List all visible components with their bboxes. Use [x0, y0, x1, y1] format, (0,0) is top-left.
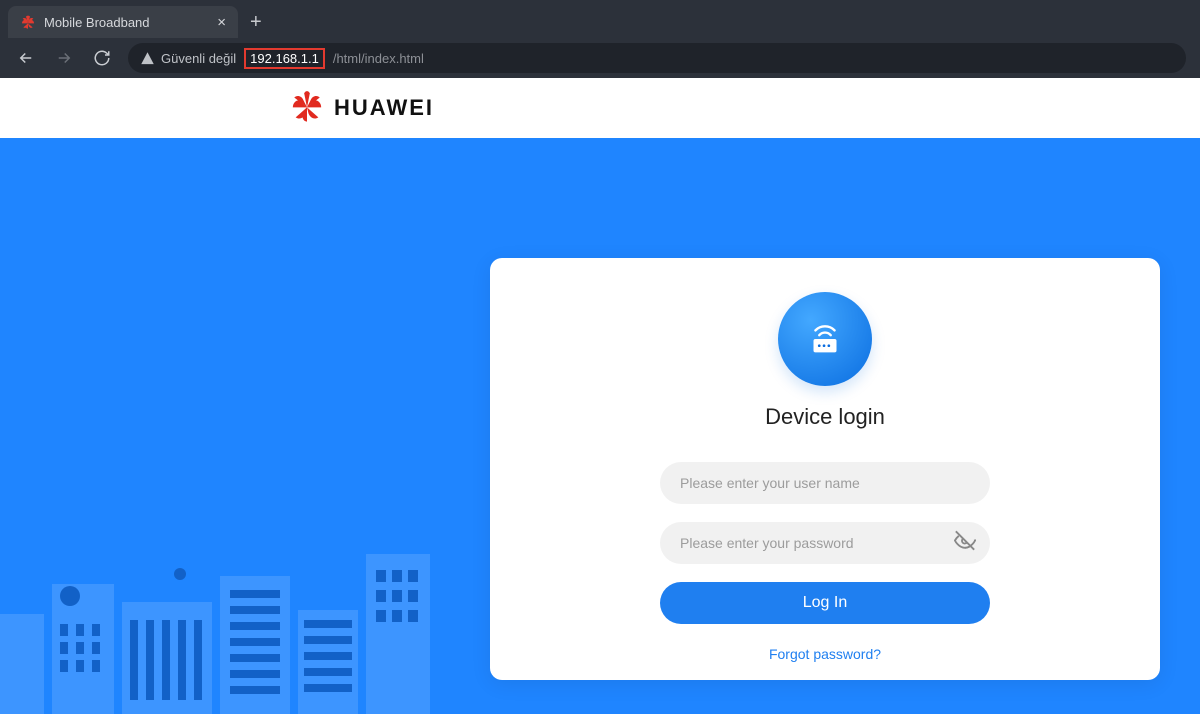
browser-toolbar: Güvenli değil 192.168.1.1/html/index.htm…	[0, 38, 1200, 78]
brand: HUAWEI	[290, 89, 434, 128]
new-tab-button[interactable]: +	[238, 6, 274, 38]
url-highlight: 192.168.1.1	[244, 48, 325, 69]
security-label: Güvenli değil	[161, 51, 236, 66]
login-form: Log In Forgot password?	[660, 462, 990, 662]
warning-icon	[140, 51, 155, 66]
page-header: HUAWEI	[0, 78, 1200, 138]
hero: Device login Log In Forgot password?	[0, 138, 1200, 714]
router-icon	[778, 292, 872, 386]
username-input[interactable]	[660, 462, 990, 504]
reload-button[interactable]	[90, 46, 114, 70]
favicon-icon	[20, 14, 36, 30]
tab-bar: Mobile Broadband × +	[0, 0, 1200, 38]
tab-title: Mobile Broadband	[44, 15, 150, 30]
browser-tab[interactable]: Mobile Broadband ×	[8, 6, 238, 38]
not-secure-warning: Güvenli değil	[140, 51, 236, 66]
address-bar[interactable]: Güvenli değil 192.168.1.1/html/index.htm…	[128, 43, 1186, 73]
login-title: Device login	[765, 404, 885, 430]
login-button[interactable]: Log In	[660, 582, 990, 624]
toggle-password-visibility-icon[interactable]	[954, 530, 976, 557]
back-button[interactable]	[14, 46, 38, 70]
huawei-logo-icon	[290, 89, 324, 128]
brand-name: HUAWEI	[334, 95, 434, 121]
forgot-password-link[interactable]: Forgot password?	[769, 646, 881, 662]
password-input[interactable]	[660, 522, 990, 564]
url-path: /html/index.html	[333, 51, 424, 66]
forward-button[interactable]	[52, 46, 76, 70]
close-tab-button[interactable]: ×	[217, 15, 226, 30]
login-card: Device login Log In Forgot password?	[490, 258, 1160, 680]
browser-chrome: Mobile Broadband × + Güvenli değil 192.1…	[0, 0, 1200, 78]
city-background-icon	[0, 524, 520, 714]
